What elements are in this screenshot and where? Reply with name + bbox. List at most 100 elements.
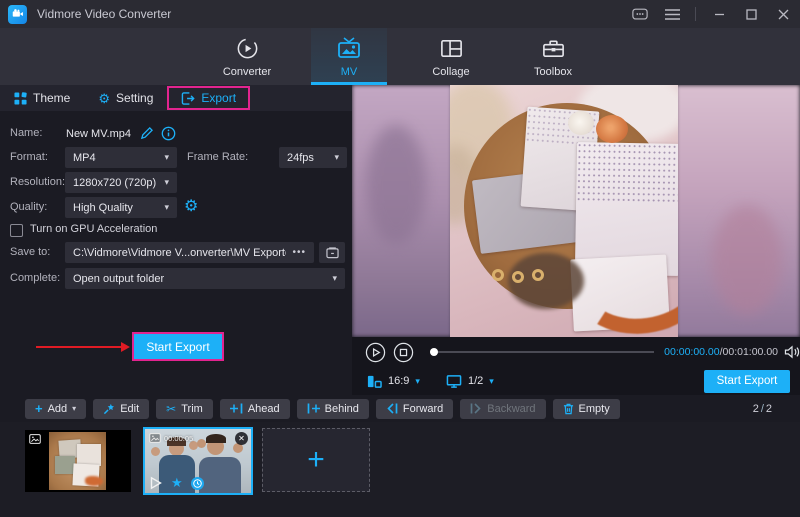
clip-counter-current: 2 bbox=[753, 403, 759, 415]
add-button[interactable]: + Add ▾ bbox=[25, 399, 86, 419]
wedding-ring bbox=[532, 269, 544, 281]
edit-name-icon[interactable] bbox=[138, 125, 155, 142]
seek-slider[interactable] bbox=[430, 351, 654, 353]
feedback-icon[interactable] bbox=[631, 5, 649, 23]
tab-collage[interactable]: Collage bbox=[413, 28, 489, 85]
resolution-dropdown[interactable]: 1280x720 (720p) ▾ bbox=[65, 172, 177, 193]
tab-toolbox-label: Toolbox bbox=[534, 66, 572, 78]
clip-counter-total: 2 bbox=[766, 403, 772, 415]
resolution-value: 1280x720 (720p) bbox=[73, 177, 156, 189]
tab-setting-label: Setting bbox=[116, 91, 153, 105]
quality-settings-gear-icon[interactable]: ⚙ bbox=[184, 198, 198, 216]
toolbox-icon bbox=[541, 36, 566, 61]
backward-label: Backward bbox=[487, 403, 535, 415]
quality-label: Quality: bbox=[10, 197, 47, 217]
ahead-label: Ahead bbox=[248, 403, 280, 415]
gpu-row: Turn on GPU Acceleration bbox=[0, 221, 352, 243]
title-bar: Vidmore Video Converter bbox=[0, 0, 800, 28]
tab-theme[interactable]: Theme bbox=[0, 85, 84, 111]
export-settings-panel: Theme ⚙ Setting Export Name: New MV.mp4 bbox=[0, 85, 352, 395]
behind-button[interactable]: Behind bbox=[297, 399, 369, 419]
save-to-path-field[interactable]: C:\Vidmore\Vidmore V...onverter\MV Expor… bbox=[65, 242, 314, 263]
clip-favorite-star-icon[interactable]: ★ bbox=[171, 475, 183, 491]
converter-icon bbox=[235, 36, 260, 61]
start-export-area: Start Export bbox=[0, 331, 352, 363]
play-button[interactable] bbox=[365, 342, 386, 363]
chevron-down-icon: ▾ bbox=[489, 376, 494, 387]
open-folder-button[interactable] bbox=[319, 242, 345, 263]
start-export-button[interactable]: Start Export bbox=[132, 332, 224, 361]
info-icon[interactable] bbox=[160, 125, 177, 142]
aspect-ratio-icon bbox=[366, 374, 382, 389]
save-to-row: Save to: C:\Vidmore\Vidmore V...onverter… bbox=[0, 242, 352, 264]
tab-mv-label: MV bbox=[341, 66, 358, 78]
gpu-acceleration-checkbox[interactable] bbox=[10, 224, 23, 237]
quality-row: Quality: High Quality ▾ ⚙ bbox=[0, 197, 352, 219]
export-icon bbox=[181, 92, 195, 105]
chevron-down-icon: ▾ bbox=[72, 404, 76, 413]
add-clip-placeholder[interactable]: + bbox=[262, 428, 370, 492]
clip-play-icon[interactable] bbox=[149, 476, 162, 490]
tab-mv[interactable]: MV bbox=[311, 28, 387, 85]
format-dropdown[interactable]: MP4 ▾ bbox=[65, 147, 177, 168]
mv-icon bbox=[336, 36, 362, 61]
chevron-down-icon: ▾ bbox=[164, 152, 169, 163]
remove-clip-icon[interactable]: ✕ bbox=[235, 432, 248, 445]
window-title: Vidmore Video Converter bbox=[37, 7, 171, 21]
forward-button[interactable]: Forward bbox=[376, 399, 453, 419]
video-preview[interactable] bbox=[352, 85, 800, 337]
image-icon bbox=[149, 433, 161, 443]
save-to-label: Save to: bbox=[10, 242, 50, 262]
edit-label: Edit bbox=[120, 403, 139, 415]
setting-gear-icon: ⚙ bbox=[98, 92, 110, 105]
stop-button[interactable] bbox=[393, 342, 414, 363]
app-logo-icon bbox=[8, 5, 27, 24]
add-label: Add bbox=[48, 403, 68, 415]
aspect-ratio-dropdown[interactable]: 16:9 ▾ bbox=[366, 374, 420, 389]
browse-path-button[interactable]: ••• bbox=[286, 247, 306, 258]
close-button[interactable] bbox=[774, 5, 792, 23]
minimize-button[interactable] bbox=[710, 5, 728, 23]
timeline-clip-2-selected[interactable]: 00:00:05 ✕ ★ bbox=[143, 427, 253, 495]
quality-dropdown[interactable]: High Quality ▾ bbox=[65, 197, 177, 218]
screen-page-dropdown[interactable]: 1/2 ▾ bbox=[446, 374, 494, 389]
frame-rate-dropdown[interactable]: 24fps ▾ bbox=[279, 147, 347, 168]
vidmore-video-converter-window: Vidmore Video Converter bbox=[0, 0, 800, 517]
complete-row: Complete: Open output folder ▾ bbox=[0, 268, 352, 290]
window-controls bbox=[631, 5, 792, 23]
ahead-button[interactable]: Ahead bbox=[220, 399, 290, 419]
player-controls: 00:00:00.00/00:01:00.00 bbox=[352, 337, 800, 367]
edit-button[interactable]: Edit bbox=[93, 399, 149, 419]
scissors-icon: ✂ bbox=[166, 402, 176, 416]
volume-icon[interactable] bbox=[784, 345, 800, 359]
total-time: /00:01:00.00 bbox=[720, 346, 778, 358]
resolution-row: Resolution: 1280x720 (720p) ▾ bbox=[0, 172, 352, 194]
clip-duration-clock-icon[interactable] bbox=[191, 477, 204, 490]
start-export-button-secondary[interactable]: Start Export bbox=[704, 370, 790, 393]
format-row: Format: MP4 ▾ Frame Rate: 24fps ▾ bbox=[0, 147, 352, 169]
chevron-down-icon: ▾ bbox=[164, 202, 169, 213]
timeline: 00:00:05 ✕ ★ + bbox=[0, 422, 800, 517]
complete-dropdown[interactable]: Open output folder ▾ bbox=[65, 268, 345, 289]
clip-toolbar: + Add ▾ Edit ✂ Trim Ahead Behind bbox=[0, 395, 800, 422]
aspect-ratio-value: 16:9 bbox=[388, 375, 409, 387]
complete-label: Complete: bbox=[10, 268, 60, 288]
save-to-path-value: C:\Vidmore\Vidmore V...onverter\MV Expor… bbox=[73, 247, 286, 259]
empty-button[interactable]: Empty bbox=[553, 399, 620, 419]
insert-behind-icon bbox=[307, 403, 320, 414]
empty-label: Empty bbox=[579, 403, 610, 415]
clip-counter: 2/2 bbox=[753, 403, 772, 415]
screen-page-value: 1/2 bbox=[468, 375, 483, 387]
timeline-clip-1[interactable] bbox=[25, 430, 131, 492]
trim-button[interactable]: ✂ Trim bbox=[156, 399, 213, 419]
backward-button[interactable]: Backward bbox=[460, 399, 545, 419]
seek-handle[interactable] bbox=[430, 348, 438, 356]
tab-toolbox[interactable]: Toolbox bbox=[515, 28, 591, 85]
output-name-value: New MV.mp4 bbox=[66, 124, 131, 144]
menu-icon[interactable] bbox=[663, 5, 681, 23]
tab-converter[interactable]: Converter bbox=[209, 28, 285, 85]
format-label: Format: bbox=[10, 147, 48, 167]
tab-setting[interactable]: ⚙ Setting bbox=[84, 85, 167, 111]
tab-export[interactable]: Export bbox=[167, 86, 250, 110]
maximize-button[interactable] bbox=[742, 5, 760, 23]
